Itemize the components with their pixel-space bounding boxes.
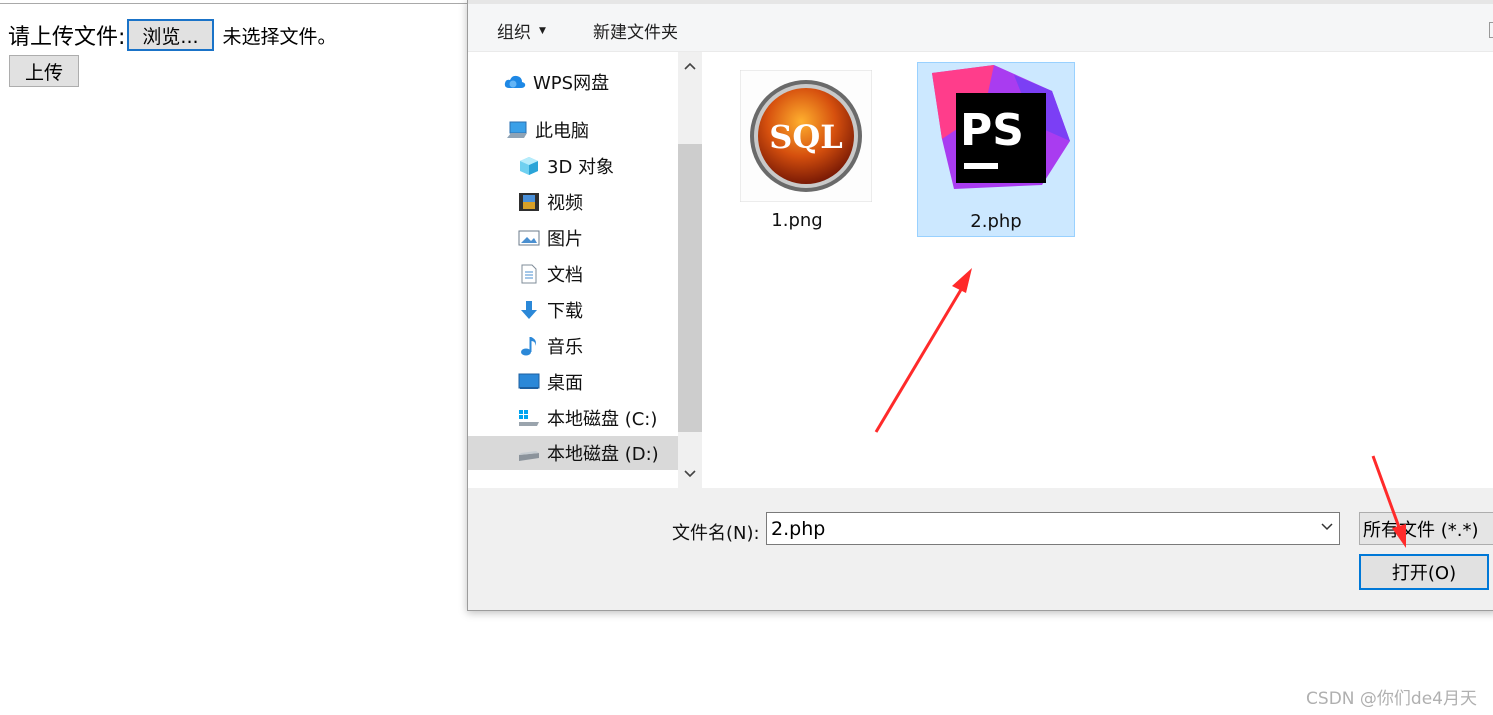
view-options-icon[interactable] bbox=[1489, 22, 1493, 38]
nav-item-wps-cloud[interactable]: WPS网盘 bbox=[504, 65, 678, 99]
file-open-dialog: 组织 ▼ 新建文件夹 WPS网盘 此电脑 3D 对象 视频 图片 文档 下载 音… bbox=[467, 0, 1493, 611]
video-icon bbox=[518, 192, 540, 212]
nav-label-pictures: 图片 bbox=[547, 229, 583, 250]
computer-icon bbox=[506, 120, 528, 140]
cube-icon bbox=[518, 156, 540, 176]
music-icon bbox=[518, 336, 540, 356]
nav-item-pictures[interactable]: 图片 bbox=[518, 221, 678, 255]
drive-icon bbox=[518, 408, 540, 428]
organize-label: 组织 bbox=[497, 23, 531, 43]
nav-item-drive-c[interactable]: 本地磁盘 (C:) bbox=[518, 401, 678, 435]
scrollbar-thumb[interactable] bbox=[678, 144, 702, 432]
cloud-icon bbox=[504, 72, 526, 92]
file-type-select[interactable]: 所有文件 (*.*) bbox=[1359, 512, 1493, 545]
desktop-icon bbox=[518, 372, 540, 392]
browse-button[interactable]: 浏览... bbox=[127, 19, 214, 51]
nav-label-this-pc: 此电脑 bbox=[535, 121, 589, 142]
file-list-pane: SQL 1.png PS 2.php bbox=[706, 52, 1493, 488]
nav-label-documents: 文档 bbox=[547, 265, 583, 286]
nav-label-3d-objects: 3D 对象 bbox=[547, 157, 615, 178]
file-item-1-png[interactable]: SQL 1.png bbox=[718, 62, 876, 237]
nav-item-3d-objects[interactable]: 3D 对象 bbox=[518, 149, 678, 183]
new-folder-label: 新建文件夹 bbox=[593, 23, 678, 43]
nav-label-music: 音乐 bbox=[547, 337, 583, 358]
nav-label-drive-d: 本地磁盘 (D:) bbox=[547, 444, 659, 465]
filename-label: 文件名(N): bbox=[672, 523, 760, 544]
download-icon bbox=[518, 300, 540, 320]
nav-label-desktop: 桌面 bbox=[547, 373, 583, 394]
watermark-text: CSDN @你们de4月天 bbox=[1306, 689, 1477, 709]
picture-icon bbox=[518, 228, 540, 248]
chevron-down-icon[interactable] bbox=[678, 460, 702, 488]
file-name-1-png: 1.png bbox=[771, 210, 823, 231]
organize-menu[interactable]: 组织 ▼ bbox=[497, 18, 546, 43]
nav-label-downloads: 下载 bbox=[547, 301, 583, 322]
new-folder-button[interactable]: 新建文件夹 bbox=[593, 18, 678, 43]
nav-item-music[interactable]: 音乐 bbox=[518, 329, 678, 363]
nav-label-videos: 视频 bbox=[547, 193, 583, 214]
upload-form-row: 请上传文件: 浏览... 未选择文件。 bbox=[8, 18, 337, 52]
chevron-down-icon[interactable] bbox=[1321, 520, 1333, 534]
dialog-bottom-bar: 文件名(N): 2.php 所有文件 (*.*) 打开(O) bbox=[468, 488, 1493, 610]
nav-item-drive-d[interactable]: 本地磁盘 (D:) bbox=[468, 436, 678, 470]
nav-item-this-pc[interactable]: 此电脑 bbox=[506, 113, 678, 147]
nav-item-documents[interactable]: 文档 bbox=[518, 257, 678, 291]
drive-icon bbox=[518, 443, 540, 463]
filename-value: 2.php bbox=[771, 517, 826, 540]
sql-thumb-text: SQL bbox=[769, 118, 842, 156]
no-file-text: 未选择文件。 bbox=[222, 25, 337, 48]
phpstorm-icon: PS bbox=[924, 65, 1070, 195]
nav-label-drive-c: 本地磁盘 (C:) bbox=[547, 409, 658, 430]
chevron-up-icon[interactable] bbox=[678, 52, 702, 80]
upload-button[interactable]: 上传 bbox=[9, 55, 79, 87]
dialog-command-bar: 组织 ▼ 新建文件夹 bbox=[468, 0, 1493, 52]
file-item-2-php[interactable]: PS 2.php bbox=[917, 62, 1075, 237]
nav-scrollbar[interactable] bbox=[678, 52, 702, 488]
nav-item-videos[interactable]: 视频 bbox=[518, 185, 678, 219]
navigation-pane: WPS网盘 此电脑 3D 对象 视频 图片 文档 下载 音乐 桌面 本地磁盘 (… bbox=[468, 52, 678, 488]
caret-down-icon: ▼ bbox=[539, 25, 546, 36]
sql-image-icon: SQL bbox=[739, 69, 873, 203]
file-name-2-php: 2.php bbox=[970, 211, 1022, 232]
open-button[interactable]: 打开(O) bbox=[1359, 554, 1489, 590]
document-icon bbox=[518, 264, 540, 284]
page-top-divider bbox=[0, 3, 468, 4]
phpstorm-thumb-text: PS bbox=[960, 105, 1024, 156]
nav-item-desktop[interactable]: 桌面 bbox=[518, 365, 678, 399]
filename-input[interactable]: 2.php bbox=[766, 512, 1340, 545]
nav-label-wps-cloud: WPS网盘 bbox=[533, 73, 610, 94]
nav-item-downloads[interactable]: 下载 bbox=[518, 293, 678, 327]
upload-label: 请上传文件: bbox=[8, 25, 126, 50]
